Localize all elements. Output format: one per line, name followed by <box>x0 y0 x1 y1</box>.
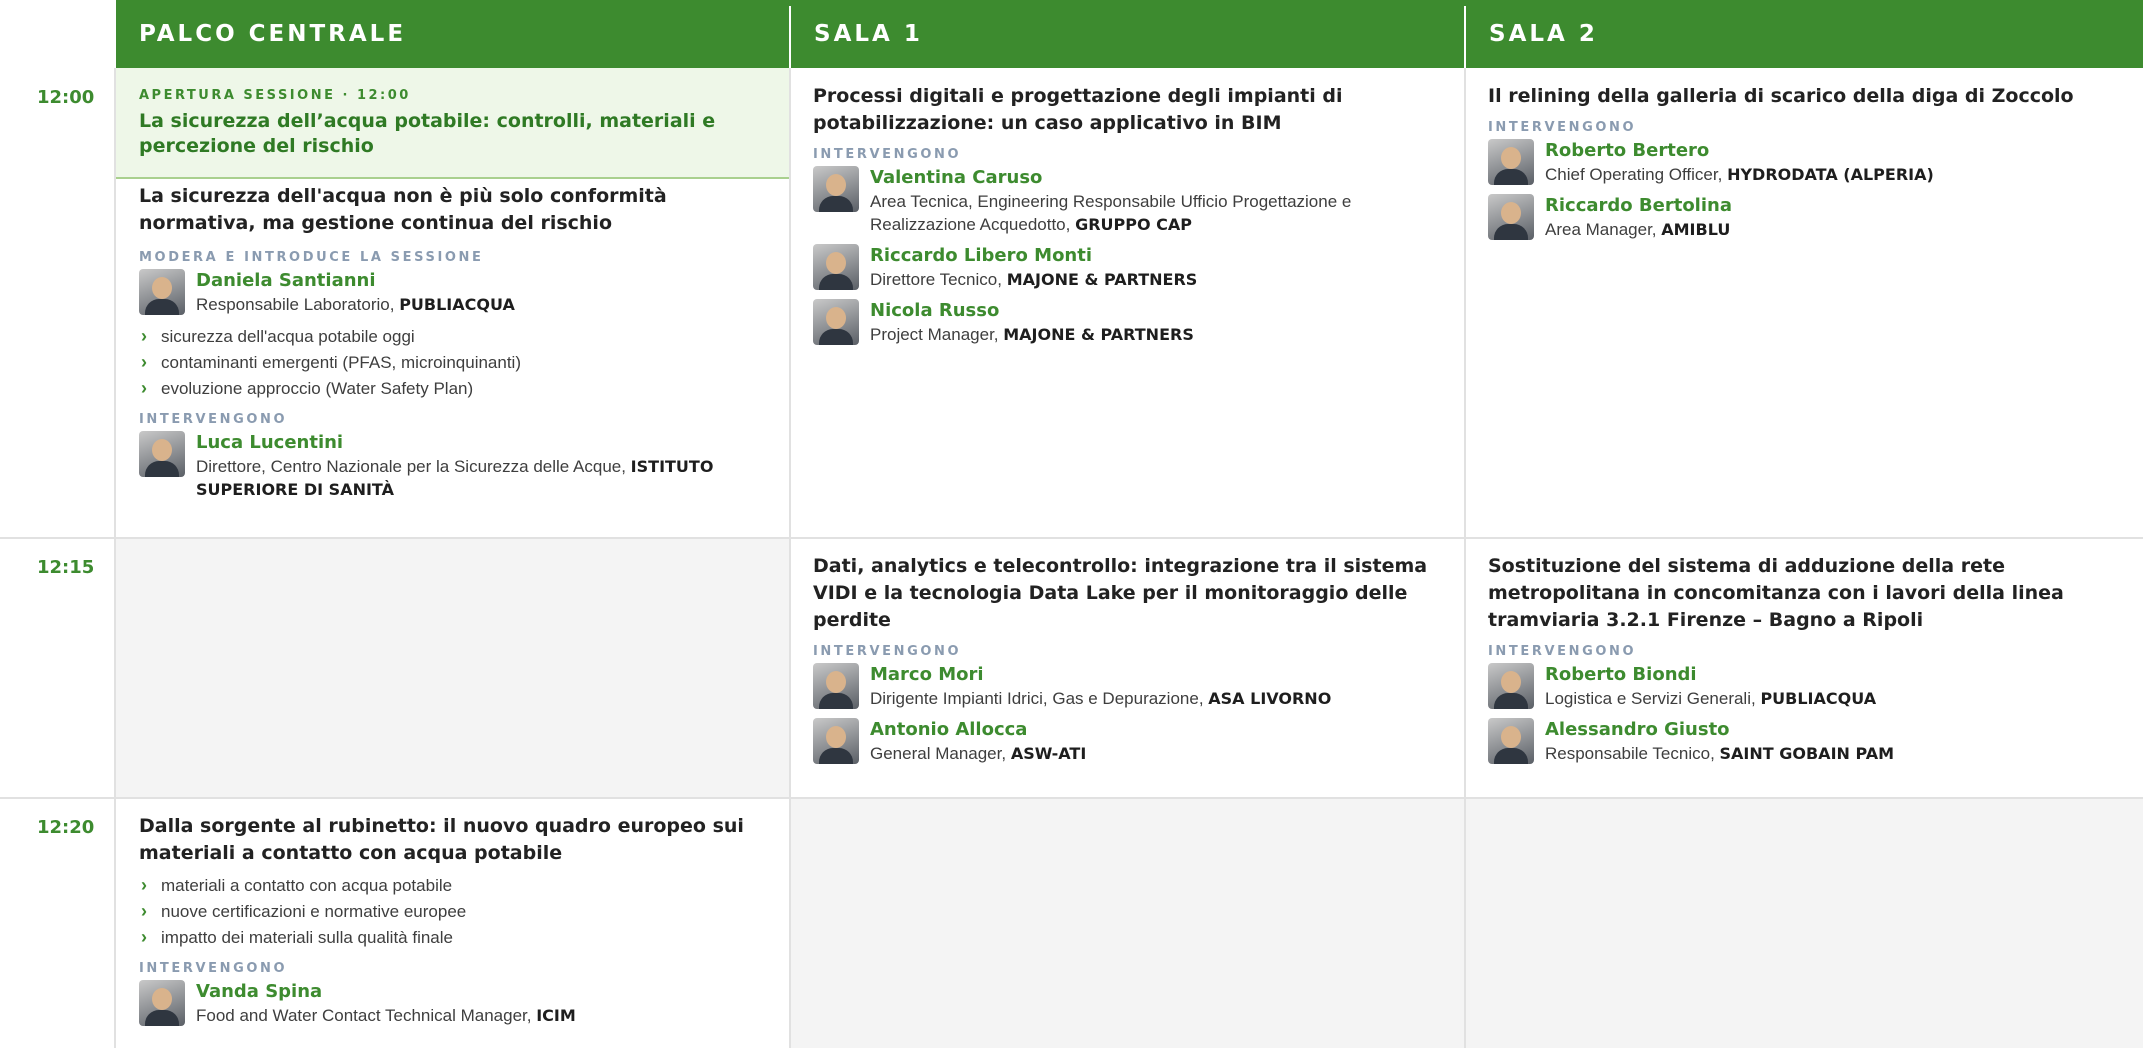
avatar <box>139 269 185 315</box>
speaker-name: Riccardo Bertolina <box>1545 195 1732 216</box>
speaker-name: Roberto Bertero <box>1545 140 1710 161</box>
avatar <box>1488 139 1534 185</box>
speaker[interactable]: Antonio Allocca General Manager, ASW-ATI <box>813 718 1443 765</box>
speaker[interactable]: Riccardo Libero Monti Direttore Tecnico,… <box>813 244 1443 291</box>
session-card-sala2-1200[interactable]: Il relining della galleria di scarico de… <box>1488 83 2118 249</box>
speaker[interactable]: Marco Mori Dirigente Impianti Idrici, Ga… <box>813 663 1443 710</box>
topic-item: materiali a contatto con acqua potabile <box>139 872 769 899</box>
speaker-role: Chief Operating Officer, HYDRODATA (ALPE… <box>1545 165 1934 184</box>
time-slot-1200: 12:00 <box>37 87 95 108</box>
avatar <box>139 431 185 477</box>
speaker-role: Dirigente Impianti Idrici, Gas e Depuraz… <box>870 689 1332 708</box>
session-title: Dati, analytics e telecontrollo: integra… <box>813 555 1428 631</box>
speakers-label: INTERVENGONO <box>813 644 962 659</box>
empty-slot <box>116 539 789 797</box>
speaker-org: AMIBLU <box>1661 220 1731 239</box>
column-header-sala-2: SALA 2 <box>1466 6 2143 68</box>
speaker[interactable]: Valentina Caruso Area Tecnica, Engineeri… <box>813 166 1443 236</box>
topic-item: nuove certificazioni e normative europee <box>139 898 769 925</box>
speaker-role: Responsabile Laboratorio, PUBLIACQUA <box>196 295 515 314</box>
topic-list: materiali a contatto con acqua potabile … <box>139 872 769 951</box>
avatar <box>813 718 859 764</box>
speaker-name: Daniela Santianni <box>196 270 376 291</box>
opening-kicker: APERTURA SESSIONE · 12:00 <box>139 88 411 103</box>
speaker-name: Vanda Spina <box>196 981 323 1002</box>
speaker-role: Area Tecnica, Engineering Responsabile U… <box>870 192 1352 234</box>
topic-item: evoluzione approccio (Water Safety Plan) <box>139 375 769 402</box>
topic-item: sicurezza dell'acqua potabile oggi <box>139 323 769 350</box>
avatar <box>813 244 859 290</box>
speaker[interactable]: Roberto Biondi Logistica e Servizi Gener… <box>1488 663 2118 710</box>
column-header-palco-centrale: PALCO CENTRALE <box>116 6 789 68</box>
speaker[interactable]: Roberto Bertero Chief Operating Officer,… <box>1488 139 2118 186</box>
speaker-name: Valentina Caruso <box>870 167 1043 188</box>
speaker[interactable]: Vanda Spina Food and Water Contact Techn… <box>139 980 769 1027</box>
speaker-org: SAINT GOBAIN PAM <box>1719 744 1895 763</box>
session-card-sala1-1200[interactable]: Processi digitali e progettazione degli … <box>813 83 1443 354</box>
speakers-label: INTERVENGONO <box>139 961 288 976</box>
speaker-org: ASW-ATI <box>1010 744 1087 763</box>
speaker-org: ICIM <box>536 1006 576 1025</box>
speaker-name: Marco Mori <box>870 664 984 685</box>
speaker[interactable]: Alessandro Giusto Responsabile Tecnico, … <box>1488 718 2118 765</box>
time-slot-1220: 12:20 <box>37 817 95 838</box>
session-title: Dalla sorgente al rubinetto: il nuovo qu… <box>139 815 744 864</box>
schedule-grid: PALCO CENTRALE SALA 1 SALA 2 12:00 12:15… <box>0 6 2143 1048</box>
session-card-palco-1200[interactable]: La sicurezza dell'acqua non è più solo c… <box>139 183 769 509</box>
speaker-role: Food and Water Contact Technical Manager… <box>196 1006 576 1025</box>
speaker-role: Logistica e Servizi Generali, PUBLIACQUA <box>1545 689 1877 708</box>
session-title: Processi digitali e progettazione degli … <box>813 85 1343 134</box>
avatar <box>813 299 859 345</box>
avatar <box>813 663 859 709</box>
session-card-palco-1220[interactable]: Dalla sorgente al rubinetto: il nuovo qu… <box>139 813 769 1035</box>
speaker-role: Area Manager, AMIBLU <box>1545 220 1731 239</box>
topic-item: contaminanti emergenti (PFAS, microinqui… <box>139 349 769 376</box>
speaker-name: Alessandro Giusto <box>1545 719 1730 740</box>
speaker-org: HYDRODATA (ALPERIA) <box>1727 165 1934 184</box>
avatar <box>1488 663 1534 709</box>
speaker-name: Luca Lucentini <box>196 432 344 453</box>
session-title: Il relining della galleria di scarico de… <box>1488 85 2074 107</box>
speaker[interactable]: Riccardo Bertolina Area Manager, AMIBLU <box>1488 194 2118 241</box>
speaker-org: MAJONE & PARTNERS <box>1003 325 1194 344</box>
speakers-label: INTERVENGONO <box>139 412 288 427</box>
session-card-sala1-1215[interactable]: Dati, analytics e telecontrollo: integra… <box>813 553 1443 773</box>
speakers-label: INTERVENGONO <box>813 147 962 162</box>
speaker[interactable]: Luca Lucentini Direttore, Centro Naziona… <box>139 431 769 501</box>
avatar <box>1488 194 1534 240</box>
speaker-name: Riccardo Libero Monti <box>870 245 1093 266</box>
topic-list: sicurezza dell'acqua potabile oggi conta… <box>139 323 769 402</box>
session-title: La sicurezza dell'acqua non è più solo c… <box>139 185 667 234</box>
speaker-org: PUBLIACQUA <box>1760 689 1877 708</box>
moderator[interactable]: Daniela Santianni Responsabile Laborator… <box>139 269 769 316</box>
moderator-label: MODERA E INTRODUCE LA SESSIONE <box>139 250 484 265</box>
speaker-org: PUBLIACQUA <box>399 295 515 314</box>
session-card-sala2-1215[interactable]: Sostituzione del sistema di adduzione de… <box>1488 553 2118 773</box>
session-title: Sostituzione del sistema di adduzione de… <box>1488 555 2064 631</box>
speaker-role: Responsabile Tecnico, SAINT GOBAIN PAM <box>1545 744 1895 763</box>
opening-session-banner[interactable]: APERTURA SESSIONE · 12:00 La sicurezza d… <box>116 68 789 179</box>
speakers-label: INTERVENGONO <box>1488 644 1637 659</box>
speakers-label: INTERVENGONO <box>1488 120 1637 135</box>
time-slot-1215: 12:15 <box>37 557 95 578</box>
topic-item: impatto dei materiali sulla qualità fina… <box>139 924 769 951</box>
speaker-role: General Manager, ASW-ATI <box>870 744 1087 763</box>
speaker-role: Project Manager, MAJONE & PARTNERS <box>870 325 1194 344</box>
speaker-role: Direttore Tecnico, MAJONE & PARTNERS <box>870 270 1198 289</box>
empty-slot <box>1466 799 2143 1048</box>
speaker[interactable]: Nicola Russo Project Manager, MAJONE & P… <box>813 299 1443 346</box>
opening-title: La sicurezza dell’acqua potabile: contro… <box>139 110 716 157</box>
avatar <box>139 980 185 1026</box>
column-header-sala-1: SALA 1 <box>791 6 1464 68</box>
speaker-name: Antonio Allocca <box>870 719 1028 740</box>
speaker-role: Direttore, Centro Nazionale per la Sicur… <box>196 457 714 499</box>
avatar <box>813 166 859 212</box>
avatar <box>1488 718 1534 764</box>
speaker-org: MAJONE & PARTNERS <box>1006 270 1198 289</box>
empty-slot <box>791 799 1464 1048</box>
speaker-name: Nicola Russo <box>870 300 1000 321</box>
speaker-org: ASA LIVORNO <box>1208 689 1332 708</box>
speaker-org: GRUPPO CAP <box>1075 215 1193 234</box>
speaker-name: Roberto Biondi <box>1545 664 1697 685</box>
